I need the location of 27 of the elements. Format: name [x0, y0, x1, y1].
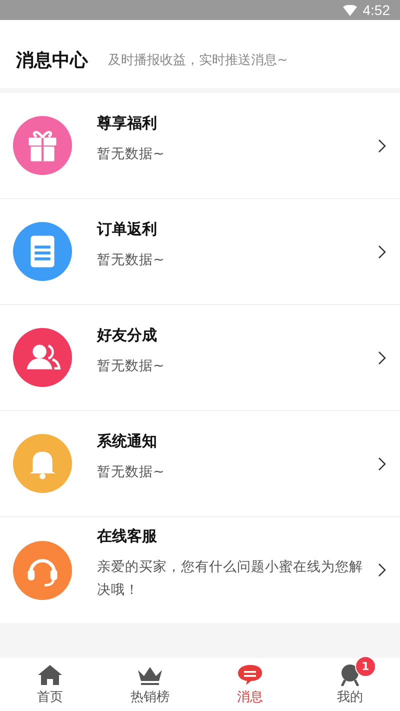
message-text: 亲爱的买家，您有什么问题小蜜在线为您解决哦！ [97, 558, 364, 600]
message-row[interactable]: 在线客服 亲爱的买家，您有什么问题小蜜在线为您解决哦！ [0, 517, 400, 623]
chevron-icon [378, 456, 386, 470]
message-text: 暂无数据~ [97, 356, 166, 376]
message-icon [237, 664, 263, 686]
page-title: 消息中心 [16, 49, 88, 72]
message-title: 尊享福利 [97, 114, 158, 132]
status-time: 4:52 [362, 2, 390, 18]
message-row[interactable]: 尊享福利 暂无数据~ [0, 93, 400, 199]
message-row[interactable]: 好友分成 暂无数据~ [0, 305, 400, 411]
message-row[interactable]: 系统通知 暂无数据~ [0, 411, 400, 517]
message-row[interactable]: 订单返利 暂无数据~ [0, 199, 400, 305]
chevron-icon [378, 138, 386, 152]
message-text: 暂无数据~ [97, 462, 166, 482]
wifi-icon [342, 4, 357, 16]
message-text: 暂无数据~ [97, 144, 166, 164]
chevron-icon [378, 244, 386, 258]
message-title: 订单返利 [97, 220, 158, 238]
chevron-icon [378, 563, 386, 577]
notification-badge: 1 [355, 656, 376, 676]
home-icon [37, 664, 63, 686]
message-title: 在线客服 [97, 526, 158, 546]
message-text: 暂无数据~ [97, 250, 166, 270]
chevron-icon [378, 350, 386, 364]
message-title: 系统通知 [97, 432, 158, 450]
page-subtitle: 及时播报收益，实时推送消息~ [108, 52, 288, 69]
message-title: 好友分成 [97, 326, 158, 344]
